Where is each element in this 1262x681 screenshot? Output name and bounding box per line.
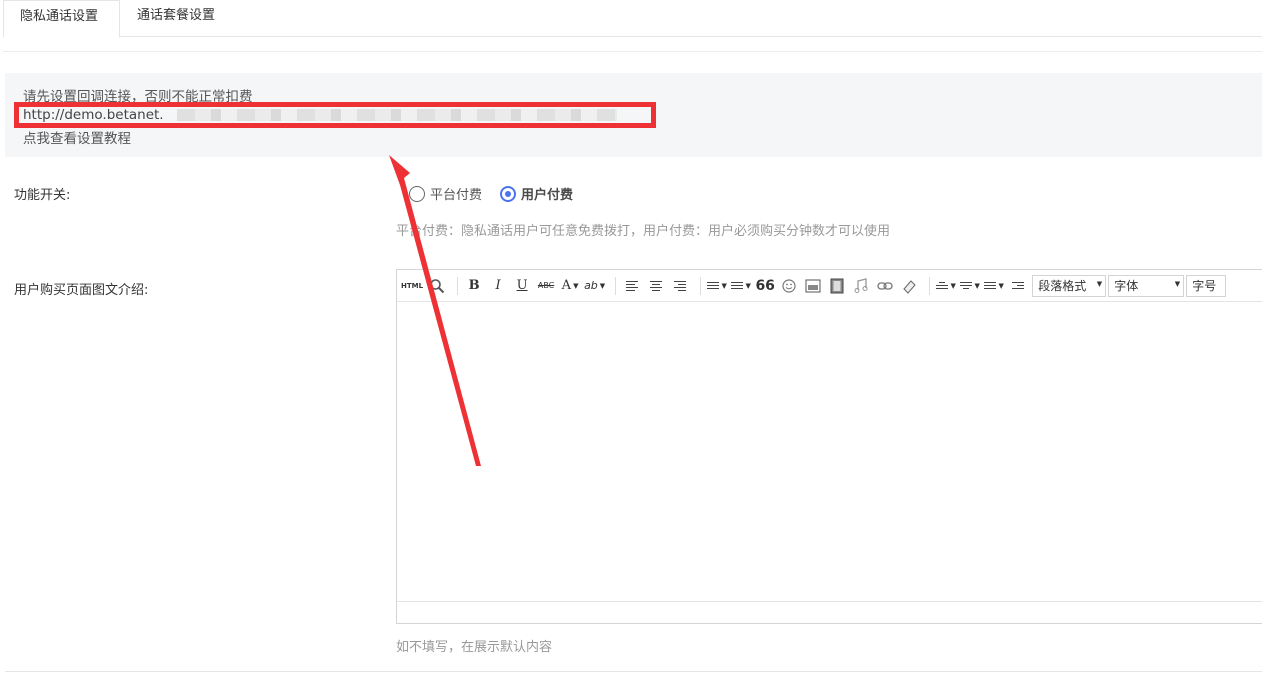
toolbar-separator <box>457 276 459 295</box>
eraser-icon[interactable] <box>899 276 919 296</box>
radio-user-pay[interactable]: 用户付费 <box>500 184 573 203</box>
strikethrough-button[interactable]: ABC <box>536 276 556 296</box>
function-switch-label: 功能开关: <box>14 188 71 203</box>
font-size-value: 字号 <box>1192 279 1217 293</box>
align-left-icon[interactable] <box>622 276 642 296</box>
font-size-select[interactable]: 字号 <box>1186 274 1227 297</box>
paragraph-format-select[interactable]: 段落格式 ▼ <box>1032 274 1107 297</box>
editor-content-area[interactable] <box>397 303 1262 601</box>
annotation-highlight-box <box>14 102 656 128</box>
unordered-list-icon[interactable]: ▼ <box>731 276 751 296</box>
font-color-icon: A <box>561 278 572 293</box>
tab-bar: 隐私通话设置 通话套餐设置 <box>3 0 1262 38</box>
quote-icon[interactable]: 66 <box>755 276 775 296</box>
music-icon[interactable] <box>851 276 871 296</box>
preview-icon[interactable] <box>427 276 447 296</box>
editor-toolbar: HTML B I U ABC A ▼ ab ▼ ▼ ▼ 66 ▼ ▼ ▼ 段落格… <box>397 270 1262 302</box>
toolbar-separator <box>929 276 931 295</box>
page: 隐私通话设置 通话套餐设置 请先设置回调连接，否则不能正常扣费 http://d… <box>0 0 1262 681</box>
intro-label: 用户购买页面图文介绍: <box>14 283 149 298</box>
rich-text-editor: HTML B I U ABC A ▼ ab ▼ ▼ ▼ 66 ▼ ▼ ▼ 段落格… <box>396 269 1262 624</box>
align-center-icon[interactable] <box>646 276 666 296</box>
video-icon[interactable] <box>827 276 847 296</box>
link-icon[interactable] <box>875 276 895 296</box>
toolbar-separator <box>615 276 617 295</box>
toolbar-separator <box>700 276 702 295</box>
highlight-button[interactable]: ab ▼ <box>584 276 605 296</box>
radio-platform-pay[interactable]: 平台付费 <box>409 184 482 203</box>
bold-button[interactable]: B <box>464 276 484 296</box>
underline-button[interactable]: U <box>512 276 532 296</box>
html-source-button[interactable]: HTML <box>401 276 423 296</box>
font-color-button[interactable]: A ▼ <box>560 276 580 296</box>
italic-button[interactable]: I <box>488 276 508 296</box>
row-spacing-top-icon[interactable]: ▼ <box>936 276 956 296</box>
highlight-icon: ab <box>584 279 598 292</box>
font-family-select[interactable]: 字体 ▼ <box>1108 274 1185 297</box>
indent-icon[interactable] <box>1008 276 1028 296</box>
image-icon[interactable] <box>803 276 823 296</box>
tutorial-link[interactable]: 点我查看设置教程 <box>23 127 131 147</box>
ordered-list-icon[interactable]: ▼ <box>707 276 727 296</box>
payment-mode-radio-group: 平台付费 用户付费 <box>409 184 573 203</box>
paragraph-format-value: 段落格式 <box>1038 279 1087 293</box>
radio-unchecked-icon <box>409 185 425 202</box>
intro-hint: 如不填写，在展示默认内容 <box>396 640 553 655</box>
chevron-down-icon: ▼ <box>1174 279 1181 288</box>
align-right-icon[interactable] <box>670 276 690 296</box>
divider <box>5 671 1262 672</box>
tab-privacy-call-settings[interactable]: 隐私通话设置 <box>3 0 120 38</box>
tab-call-package-settings[interactable]: 通话套餐设置 <box>121 0 231 37</box>
line-height-icon[interactable]: ▼ <box>984 276 1004 296</box>
radio-label: 平台付费 <box>430 188 483 203</box>
editor-statusbar <box>397 601 1262 623</box>
radio-checked-icon <box>500 185 517 202</box>
divider <box>3 51 1262 52</box>
font-family-value: 字体 <box>1114 279 1139 293</box>
chevron-down-icon: ▼ <box>1096 279 1103 288</box>
radio-label: 用户付费 <box>521 188 574 203</box>
row-spacing-bottom-icon[interactable]: ▼ <box>960 276 980 296</box>
payment-mode-hint: 平台付费：隐私通话用户可任意免费拨打，用户付费：用户必须购买分钟数才可以使用 <box>396 224 891 239</box>
emoji-icon[interactable] <box>779 276 799 296</box>
